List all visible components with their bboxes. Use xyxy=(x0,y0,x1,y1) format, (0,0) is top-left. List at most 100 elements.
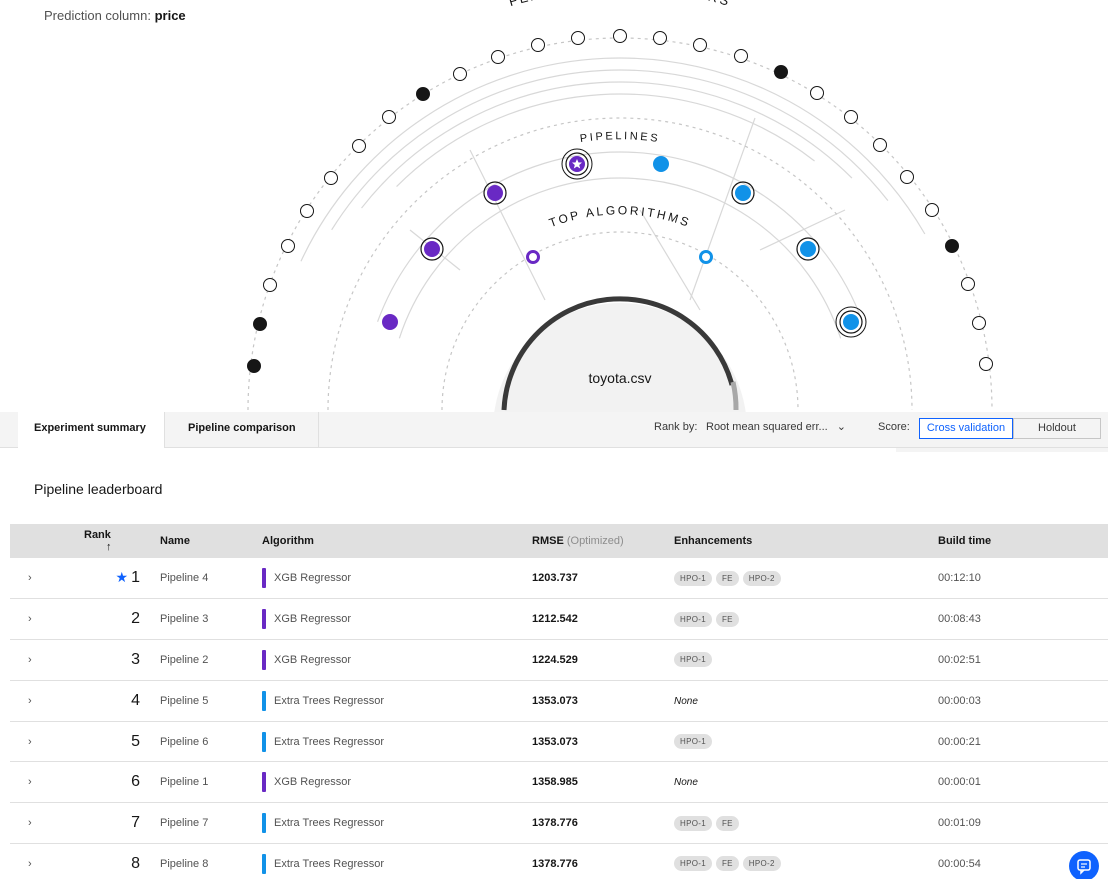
expand-row-button[interactable]: › xyxy=(10,721,78,763)
rmse-value: 1224.529 xyxy=(532,653,578,666)
expand-row-button[interactable]: › xyxy=(10,598,78,641)
header-build-time: Build time xyxy=(938,524,1108,558)
transformer-node[interactable] xyxy=(873,138,887,152)
transformer-node[interactable] xyxy=(263,278,277,292)
transformer-node[interactable] xyxy=(979,357,993,371)
transformer-node[interactable] xyxy=(925,203,939,217)
pipeline-node[interactable] xyxy=(424,241,440,257)
rank-by-value: Root mean squared err... xyxy=(706,421,828,433)
score-holdout-button[interactable]: Holdout xyxy=(1013,418,1101,439)
transformer-node[interactable] xyxy=(810,86,824,100)
transformer-node[interactable] xyxy=(324,171,338,185)
tab-divider xyxy=(164,412,165,448)
header-metric-label: RMSE xyxy=(532,535,564,547)
table-row[interactable]: › ★ 1 Pipeline 4 XGB Regressor 1203.737 HPO-1 F… xyxy=(10,558,1108,600)
build-time: 00:00:21 xyxy=(938,721,1108,763)
rmse-cell: 1212.542 xyxy=(532,598,674,641)
enhancement-tag: HPO-2 xyxy=(742,856,781,872)
header-metric: RMSE (Optimized) xyxy=(532,524,674,558)
expand-row-button[interactable]: › xyxy=(10,680,78,722)
enhancement-tag: FE xyxy=(715,611,739,627)
algorithm-cell: XGB Regressor xyxy=(262,639,532,681)
transformer-node[interactable] xyxy=(774,65,788,79)
transformer-node[interactable] xyxy=(253,317,267,331)
rank-cell: 2 xyxy=(78,598,160,641)
algorithm-color-bar xyxy=(262,813,266,834)
dataset-node[interactable] xyxy=(493,296,747,412)
transformer-node[interactable] xyxy=(247,359,261,373)
transformer-node[interactable] xyxy=(972,316,986,330)
tab-pipeline-comparison[interactable]: Pipeline comparison xyxy=(172,412,312,448)
transformer-node[interactable] xyxy=(453,67,467,81)
transformer-node[interactable] xyxy=(531,38,545,52)
ring-label-feature-transformers: FEATURE TRANSFORMERS xyxy=(507,0,733,9)
algorithm-cell: Extra Trees Regressor xyxy=(262,843,532,879)
pipeline-visualization: FEATURE TRANSFORMERS PIPELINES TOP ALGOR… xyxy=(247,0,993,412)
dataset-disc[interactable] xyxy=(493,303,747,412)
ring-label-pipelines: PIPELINES xyxy=(579,130,661,145)
header-rank-label: Rank xyxy=(84,529,111,541)
pipeline-name: Pipeline 7 xyxy=(160,802,262,845)
transformer-node[interactable] xyxy=(300,204,314,218)
rank-cell: 7 xyxy=(78,802,160,845)
transformer-node[interactable] xyxy=(945,239,959,253)
transformer-node[interactable] xyxy=(281,239,295,253)
enhancement-tag: FE xyxy=(715,856,739,872)
transformer-node[interactable] xyxy=(491,50,505,64)
pipeline-node[interactable] xyxy=(843,314,859,330)
transformer-node[interactable] xyxy=(416,87,430,101)
transformer-node[interactable] xyxy=(613,29,627,43)
algorithm-color-bar xyxy=(262,649,266,670)
transformer-node[interactable] xyxy=(693,38,707,52)
table-row[interactable]: › 3 Pipeline 2 XGB Regressor 1224.529 HPO-1 00… xyxy=(10,639,1108,681)
chat-icon xyxy=(1077,859,1091,875)
chat-button[interactable] xyxy=(1069,851,1099,879)
expand-row-button[interactable]: › xyxy=(10,802,78,845)
transformer-node[interactable] xyxy=(844,110,858,124)
algorithm-node[interactable] xyxy=(526,250,540,264)
algorithm-color-bar xyxy=(262,690,266,711)
table-row[interactable]: › 4 Pipeline 5 Extra Trees Regressor 1353.07… xyxy=(10,680,1108,722)
chevron-right-icon: › xyxy=(28,857,32,870)
expand-row-button[interactable]: › xyxy=(10,639,78,681)
score-cross-validation-button[interactable]: Cross validation xyxy=(919,418,1013,439)
rank-by-dropdown[interactable]: Root mean squared err... ⌄ xyxy=(706,412,846,448)
enhancement-none: None xyxy=(674,695,698,707)
expand-row-button[interactable]: › xyxy=(10,558,78,600)
tab-experiment-summary[interactable]: Experiment summary xyxy=(18,412,164,448)
table-row[interactable]: › 8 Pipeline 8 Extra Trees Regressor 1378.77… xyxy=(10,843,1108,879)
table-row[interactable]: › 2 Pipeline 3 XGB Regressor 1212.542 HPO-1 FE… xyxy=(10,598,1108,641)
build-time: 00:02:51 xyxy=(938,639,1108,681)
header-rank[interactable]: Rank ↑ xyxy=(78,524,160,558)
table-row[interactable]: › 6 Pipeline 1 XGB Regressor 1358.985 None 00:… xyxy=(10,761,1108,804)
transformer-node[interactable] xyxy=(653,31,667,45)
header-algorithm: Algorithm xyxy=(262,524,532,558)
build-time: 00:00:01 xyxy=(938,761,1108,804)
algorithm-node[interactable] xyxy=(699,250,713,264)
algorithm-name: XGB Regressor xyxy=(274,613,352,626)
pipeline-node[interactable] xyxy=(382,314,398,330)
enhancements-cell: HPO-1 xyxy=(674,639,938,681)
transformer-node[interactable] xyxy=(352,139,366,153)
transformer-node[interactable] xyxy=(571,31,585,45)
pipeline-node[interactable] xyxy=(487,185,503,201)
expand-row-button[interactable]: › xyxy=(10,761,78,804)
pipeline-node[interactable] xyxy=(735,185,751,201)
table-row[interactable]: › 7 Pipeline 7 Extra Trees Regressor 1378.77… xyxy=(10,802,1108,845)
algorithm-name: XGB Regressor xyxy=(274,572,352,585)
transformer-node[interactable] xyxy=(900,170,914,184)
algorithm-name: Extra Trees Regressor xyxy=(274,694,385,707)
build-time: 00:08:43 xyxy=(938,598,1108,641)
sort-arrow-icon[interactable]: ↑ xyxy=(106,541,112,553)
transformer-node[interactable] xyxy=(961,277,975,291)
transformer-node[interactable] xyxy=(382,110,396,124)
pipeline-node[interactable] xyxy=(800,241,816,257)
expand-row-button[interactable]: › xyxy=(10,843,78,879)
connector-spoke xyxy=(469,149,546,301)
transformer-node[interactable] xyxy=(734,49,748,63)
pipeline-name: Pipeline 6 xyxy=(160,721,262,763)
pipeline-node[interactable] xyxy=(653,156,669,172)
table-row[interactable]: › 5 Pipeline 6 Extra Trees Regressor 1353.07… xyxy=(10,721,1108,763)
rank-number: 1 xyxy=(131,569,140,587)
header-expand xyxy=(10,524,78,558)
